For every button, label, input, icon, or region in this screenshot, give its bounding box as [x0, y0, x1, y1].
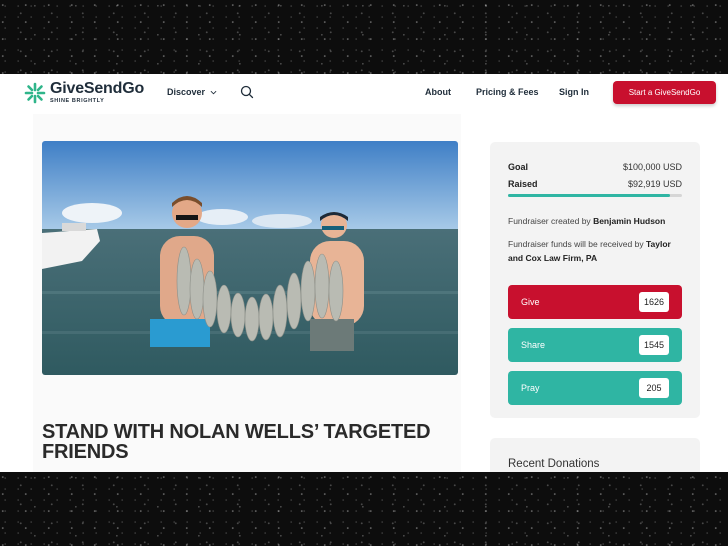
creator-name[interactable]: Benjamin Hudson	[593, 216, 665, 226]
search-icon[interactable]	[240, 85, 254, 99]
nav-pricing-fees[interactable]: Pricing & Fees	[476, 87, 539, 97]
raised-label: Raised	[508, 179, 538, 189]
progress-bar	[508, 194, 682, 197]
start-givesendgo-button[interactable]: Start a GiveSendGo	[613, 81, 716, 104]
received-by-text: Fundraiser funds will be received by Tay…	[508, 237, 684, 265]
progress-fill	[508, 194, 670, 197]
chevron-down-icon	[210, 90, 217, 94]
campaign-photo	[42, 141, 458, 375]
nav-about[interactable]: About	[425, 87, 451, 97]
give-button[interactable]: Give 1626	[508, 285, 682, 319]
pray-label: Pray	[521, 383, 540, 393]
nav-sign-in[interactable]: Sign In	[559, 87, 589, 97]
share-label: Share	[521, 340, 546, 350]
goal-row: Goal $100,000 USD	[508, 162, 682, 172]
logo[interactable]: GiveSendGo SHINE BRIGHTLY	[24, 81, 144, 105]
raised-value: $92,919 USD	[627, 179, 682, 189]
created-prefix: Fundraiser created by	[508, 216, 591, 226]
donation-summary-card: Goal $100,000 USD Raised $92,919 USD Fun…	[490, 142, 700, 418]
top-letterbox	[0, 0, 728, 74]
discover-label: Discover	[167, 87, 206, 97]
logo-star-icon	[24, 82, 46, 104]
share-button[interactable]: Share 1545	[508, 328, 682, 362]
logo-tagline: SHINE BRIGHTLY	[50, 98, 105, 104]
give-label: Give	[521, 297, 540, 307]
page: GiveSendGo SHINE BRIGHTLY Discover About…	[0, 74, 728, 472]
recent-donations-card: Recent Donations	[490, 438, 700, 472]
pray-button[interactable]: Pray 205	[508, 371, 682, 405]
raised-row: Raised $92,919 USD	[508, 179, 682, 189]
received-prefix: Fundraiser funds will be received by	[508, 239, 644, 249]
campaign-title: STAND WITH NOLAN WELLS’ TARGETED FRIENDS	[42, 421, 431, 463]
bottom-letterbox	[0, 472, 728, 546]
recent-donations-heading: Recent Donations	[508, 458, 600, 470]
created-by-text: Fundraiser created by Benjamin Hudson	[508, 214, 684, 228]
logo-name: GiveSendGo	[50, 80, 145, 97]
site-header: GiveSendGo SHINE BRIGHTLY Discover About…	[0, 74, 728, 112]
goal-label: Goal	[508, 162, 529, 172]
share-count: 1545	[638, 335, 669, 355]
discover-menu[interactable]: Discover	[167, 87, 217, 97]
pray-count: 205	[639, 378, 669, 398]
give-count: 1626	[638, 292, 669, 312]
goal-value: $100,000 USD	[622, 162, 682, 172]
